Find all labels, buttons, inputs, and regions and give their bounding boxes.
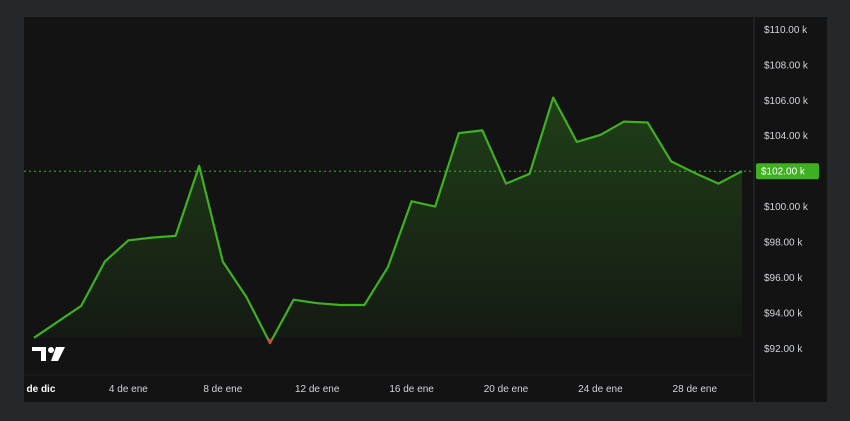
data-point[interactable] (361, 302, 367, 308)
y-tick-label: $100.00 k (764, 202, 809, 213)
x-tick-label: 12 de ene (295, 384, 340, 395)
x-tick-label: 28 de ene (673, 384, 718, 395)
data-point[interactable] (173, 233, 179, 239)
data-point[interactable] (432, 204, 438, 210)
data-point[interactable] (550, 95, 556, 101)
data-point[interactable] (668, 158, 674, 164)
y-tick-label: $104.00 k (764, 131, 809, 142)
x-tick-label: 16 de ene (389, 384, 434, 395)
price-area-fill (34, 97, 742, 344)
data-point[interactable] (149, 235, 155, 241)
y-tick-label: $110.00 k (764, 25, 808, 36)
data-point[interactable] (78, 303, 84, 309)
y-tick-label: $92.00 k (764, 344, 803, 355)
x-tick-label: 20 de ene (484, 384, 529, 395)
logo-shape-t (32, 347, 46, 361)
y-tick-label: $94.00 k (764, 308, 803, 319)
y-tick-label: $96.00 k (764, 273, 803, 284)
data-point[interactable] (527, 171, 533, 177)
x-tick-label: 4 de ene (109, 384, 148, 395)
data-point[interactable] (31, 335, 37, 341)
chart-canvas[interactable]: $92.00 k $94.00 k $96.00 k $98.00 k $100.00 … (24, 17, 827, 402)
current-price-label: $102.00 k (761, 167, 806, 178)
x-tick-label: 31 de dic (24, 384, 56, 395)
data-point[interactable] (456, 130, 462, 136)
y-tick-label: $108.00 k (764, 60, 809, 71)
x-tick-label: 8 de ene (203, 384, 242, 395)
data-point[interactable] (692, 170, 698, 176)
data-point[interactable] (55, 319, 61, 325)
data-point[interactable] (338, 302, 344, 308)
y-tick-label: $98.00 k (764, 238, 803, 249)
data-point[interactable] (597, 132, 603, 138)
data-point[interactable] (196, 163, 202, 169)
tradingview-logo (32, 347, 65, 361)
data-point[interactable] (220, 259, 226, 265)
data-point[interactable] (385, 264, 391, 270)
data-point[interactable] (479, 127, 485, 133)
y-tick-label: $106.00 k (764, 96, 809, 107)
logo-shape-dot (48, 347, 54, 353)
data-point[interactable] (102, 259, 108, 265)
data-point[interactable] (503, 181, 509, 187)
data-point[interactable] (645, 119, 651, 125)
data-point[interactable] (243, 294, 249, 300)
data-point[interactable] (291, 297, 297, 303)
data-point[interactable] (621, 119, 627, 125)
data-point[interactable] (715, 181, 721, 187)
price-chart[interactable]: $92.00 k $94.00 k $96.00 k $98.00 k $100.00 … (24, 17, 827, 402)
data-point[interactable] (314, 300, 320, 306)
x-tick-label: 24 de ene (578, 384, 623, 395)
data-point[interactable] (739, 168, 745, 174)
data-point[interactable] (574, 139, 580, 145)
data-point[interactable] (125, 237, 131, 243)
data-point[interactable] (409, 198, 415, 204)
